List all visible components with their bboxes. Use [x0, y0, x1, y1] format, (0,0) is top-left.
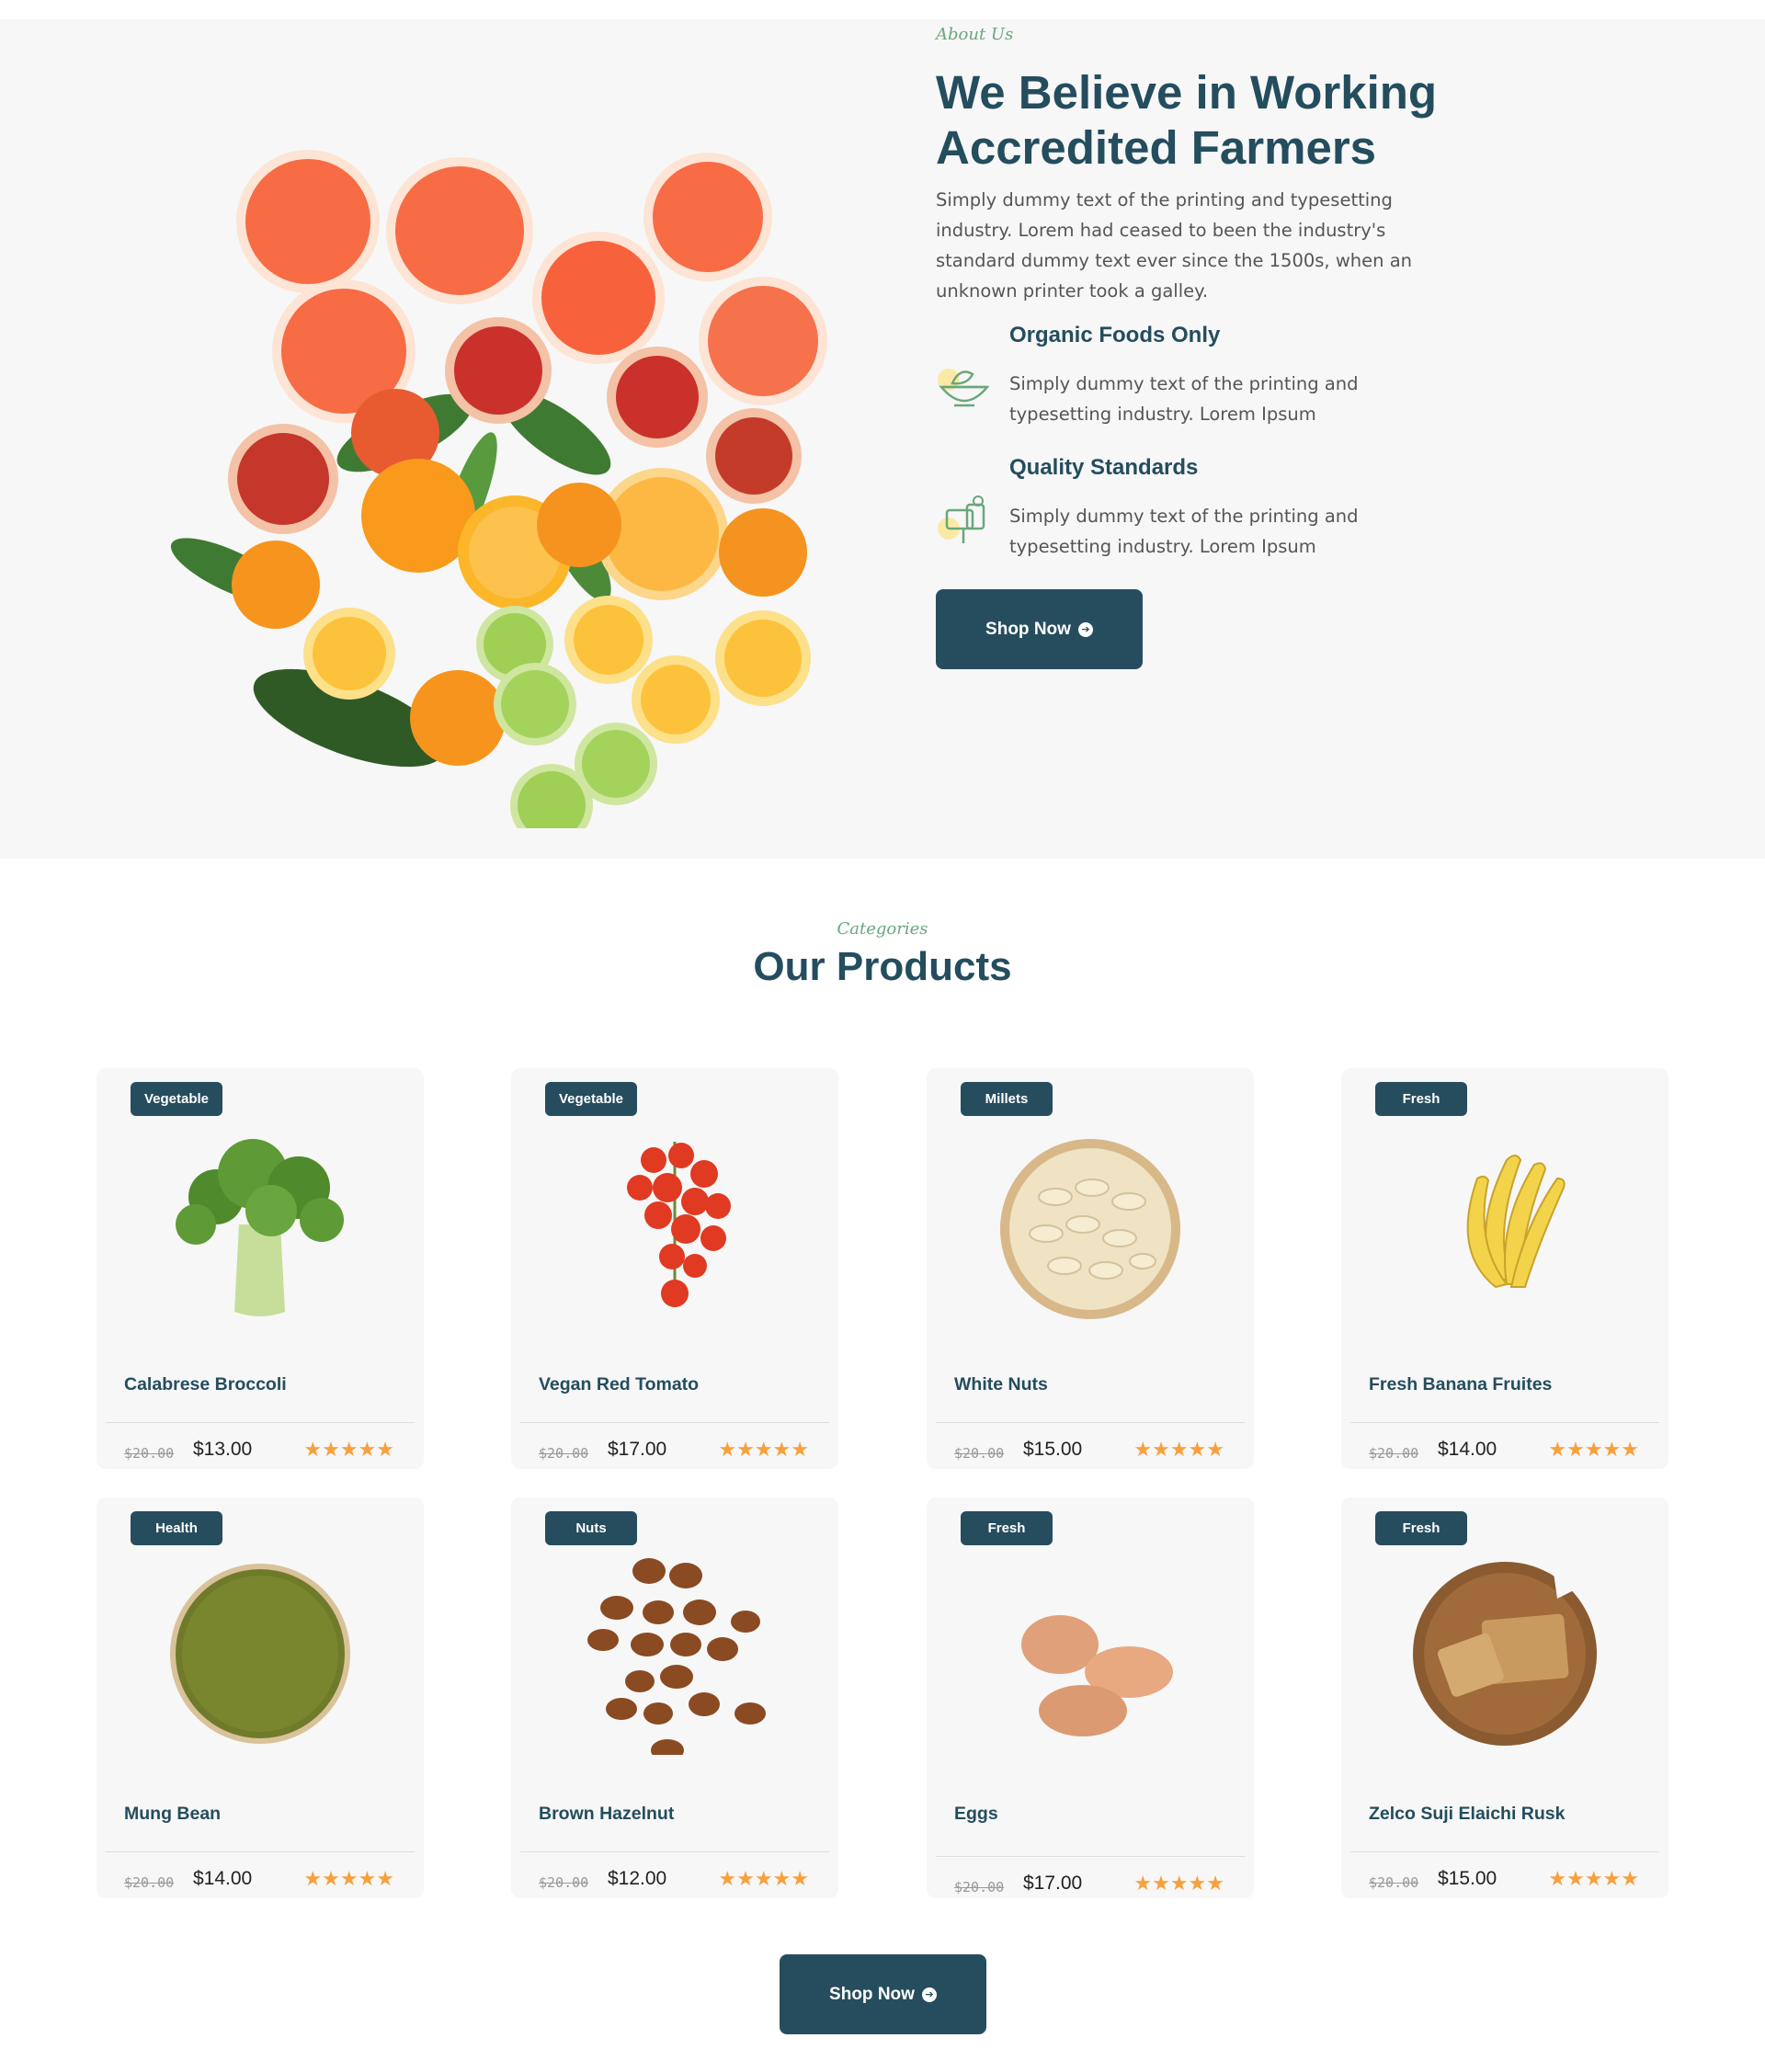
card-divider: [520, 1422, 829, 1423]
broccoli-image: [176, 1139, 344, 1316]
product-old-price: $20.00: [539, 1874, 589, 1891]
about-section: About Us We Believe in Working Accredite…: [0, 19, 1765, 859]
product-price: $14.00: [1438, 1439, 1497, 1460]
arrow-right-icon: ➔: [921, 1987, 937, 2002]
hazelnut-image: [587, 1558, 766, 1755]
product-card[interactable]: Nuts Brown Hazelnut $20.00 $12.00 ★★★★★: [511, 1497, 838, 1898]
card-divider: [106, 1851, 415, 1852]
banana-image: [1466, 1155, 1566, 1289]
rusk-image: [1413, 1562, 1597, 1746]
product-badge: Millets: [961, 1082, 1053, 1116]
feature-organic: Organic Foods Only Simply dummy text of …: [936, 323, 1451, 433]
product-card[interactable]: Fresh Fresh Banana Fruites $20.00 $14.00…: [1341, 1068, 1668, 1469]
product-old-price: $20.00: [1369, 1445, 1419, 1462]
product-old-price: $20.00: [954, 1445, 1005, 1462]
product-price: $14.00: [193, 1868, 253, 1889]
rating-stars-icon: ★★★★★: [718, 1867, 809, 1890]
about-title: We Believe in Working Accredited Farmers: [936, 65, 1487, 176]
products-title: Our Products: [753, 944, 1012, 989]
mung-bean-image: [170, 1564, 350, 1744]
product-name[interactable]: Vegan Red Tomato: [539, 1374, 699, 1395]
card-divider: [936, 1422, 1245, 1423]
product-name[interactable]: Calabrese Broccoli: [124, 1374, 287, 1395]
feature-quality-text: Simply dummy text of the printing and ty…: [1009, 506, 1359, 557]
rating-stars-icon: ★★★★★: [1133, 1872, 1224, 1895]
about-description: Simply dummy text of the printing and ty…: [936, 189, 1412, 302]
about-shop-now-label: Shop Now: [985, 619, 1071, 639]
quality-mailbox-icon: [938, 495, 985, 543]
product-card[interactable]: Health Mung Bean $20.00 $14.00 ★★★★★: [97, 1497, 424, 1898]
product-badge: Vegetable: [131, 1082, 222, 1116]
arrow-right-icon: ➔: [1077, 621, 1093, 637]
product-card[interactable]: Fresh Zelco Suji Elaichi Rusk $20.00 $15…: [1341, 1497, 1668, 1898]
product-name[interactable]: Brown Hazelnut: [539, 1804, 674, 1825]
product-price: $13.00: [193, 1439, 253, 1460]
product-name[interactable]: Zelco Suji Elaichi Rusk: [1369, 1804, 1565, 1825]
product-badge: Fresh: [961, 1511, 1053, 1545]
rating-stars-icon: ★★★★★: [1133, 1438, 1224, 1461]
products-shop-now-button[interactable]: Shop Now ➔: [780, 1954, 986, 2034]
product-badge: Fresh: [1375, 1511, 1467, 1545]
feature-organic-text: Simply dummy text of the printing and ty…: [1009, 373, 1359, 425]
product-badge: Fresh: [1375, 1082, 1467, 1116]
card-divider: [1350, 1422, 1659, 1423]
product-old-price: $20.00: [124, 1874, 175, 1891]
product-card[interactable]: Fresh Eggs $20.00 $17.00 ★★★★★: [927, 1497, 1254, 1898]
product-badge: Health: [131, 1511, 222, 1545]
card-divider: [106, 1422, 415, 1423]
eggs-image: [1021, 1615, 1173, 1736]
product-badge: Vegetable: [545, 1082, 637, 1116]
feature-quality-title: Quality Standards: [1009, 455, 1199, 480]
rating-stars-icon: ★★★★★: [303, 1867, 394, 1890]
product-price: $17.00: [608, 1439, 667, 1460]
product-price: $15.00: [1023, 1439, 1083, 1460]
rating-stars-icon: ★★★★★: [718, 1438, 809, 1461]
tomato-image: [627, 1142, 731, 1307]
about-eyebrow: About Us: [936, 25, 1014, 44]
about-shop-now-button[interactable]: Shop Now ➔: [936, 589, 1143, 669]
product-old-price: $20.00: [539, 1445, 589, 1462]
product-price: $12.00: [608, 1868, 667, 1889]
card-divider: [1350, 1851, 1659, 1852]
product-price: $15.00: [1438, 1868, 1497, 1889]
feature-quality: Quality Standards Simply dummy text of t…: [936, 455, 1451, 565]
product-name[interactable]: Mung Bean: [124, 1804, 221, 1825]
card-divider: [936, 1856, 1245, 1857]
organic-bowl-icon: [938, 369, 990, 407]
about-title-line2: Accredited Farmers: [936, 121, 1377, 174]
product-old-price: $20.00: [1369, 1874, 1419, 1891]
rating-stars-icon: ★★★★★: [1548, 1867, 1639, 1890]
cashews-image: [1000, 1139, 1180, 1319]
rating-stars-icon: ★★★★★: [1548, 1438, 1639, 1461]
product-card[interactable]: Vegetable Calabrese Broccoli $20.00 $13.…: [97, 1068, 424, 1469]
product-name[interactable]: Fresh Banana Fruites: [1369, 1374, 1552, 1395]
product-name[interactable]: White Nuts: [954, 1374, 1048, 1395]
products-eyebrow: Categories: [837, 919, 928, 939]
about-title-line1: We Believe in Working: [936, 66, 1438, 119]
product-card[interactable]: Millets White Nuts $20.00 $15.00 ★★★★★: [927, 1068, 1254, 1469]
feature-organic-title: Organic Foods Only: [1009, 323, 1221, 347]
product-price: $17.00: [1023, 1873, 1083, 1894]
product-old-price: $20.00: [124, 1445, 175, 1462]
product-badge: Nuts: [545, 1511, 637, 1545]
card-divider: [520, 1851, 829, 1852]
product-card[interactable]: Vegetable Vegan Red Tomato $20.00 $17.00…: [511, 1068, 838, 1469]
product-old-price: $20.00: [954, 1879, 1005, 1896]
products-shop-now-label: Shop Now: [829, 1984, 915, 2004]
product-name[interactable]: Eggs: [954, 1804, 998, 1825]
citrus-fruits-image: [170, 150, 827, 828]
rating-stars-icon: ★★★★★: [303, 1438, 394, 1461]
